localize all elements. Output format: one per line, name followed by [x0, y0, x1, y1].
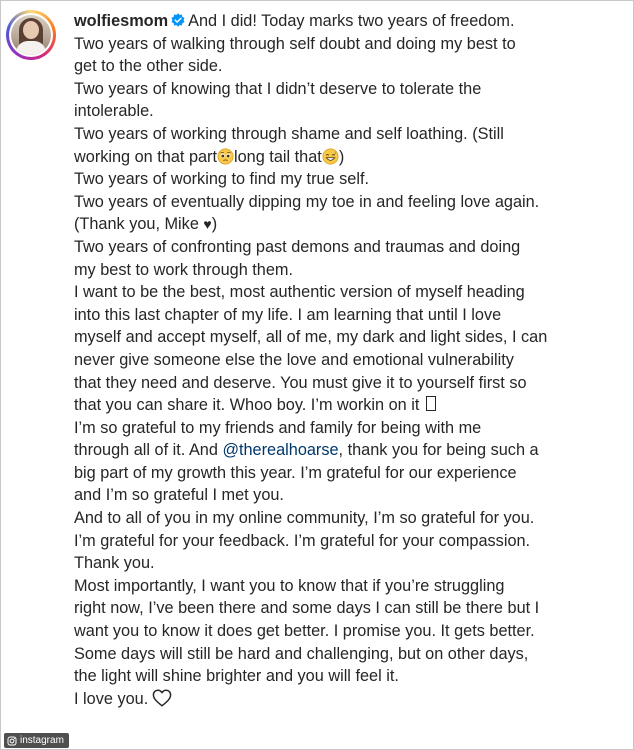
caption-line: Two years of walking through self doubt … [74, 34, 516, 53]
caption-line: working on that part long tail that) [74, 146, 622, 169]
avatar-photo [11, 15, 51, 55]
caption-line: I’m grateful for your feedback. I’m grat… [74, 531, 531, 550]
caption-line: into this last chapter of my life. I am … [74, 305, 502, 324]
instagram-watermark: instagram [4, 733, 69, 748]
caption-text: ) [338, 147, 345, 166]
caption-text: working on that part [74, 147, 217, 166]
instagram-icon [7, 736, 17, 745]
caption-line: myself and accept myself, all of me, my … [74, 328, 548, 347]
caption-line: (Thank you, Mike ♥) [74, 213, 622, 236]
caption-text: that you can share it. Whoo boy. I’m wor… [74, 396, 420, 415]
caption-line: that you can share it. Whoo boy. I’m wor… [74, 394, 622, 417]
caption-line: I’m so grateful to my friends and family… [74, 418, 482, 437]
caption-line: Two years of working to find my true sel… [74, 170, 369, 189]
caption-line: right now, I’ve been there and some days… [74, 599, 540, 618]
caption-line: I want to be the best, most authentic ve… [74, 283, 525, 302]
avatar[interactable] [6, 10, 56, 60]
caption-text: , thank you for being such a [338, 441, 539, 460]
avatar-face [23, 21, 39, 39]
caption-line: Two years of eventually dipping my toe i… [74, 192, 540, 211]
caption-line: and I’m so grateful I met you. [74, 486, 284, 505]
caption-line: my best to work through them. [74, 260, 293, 279]
caption-line: big part of my growth this year. I’m gra… [74, 463, 517, 482]
caption-line: I love you. [74, 688, 622, 711]
caption-line: wolfiesmom And I did! Today marks two yea… [74, 10, 622, 33]
caption-line: never give someone else the love and emo… [74, 350, 514, 369]
caption-line: get to the other side. [74, 57, 223, 76]
caption-text: through all of it. And [74, 441, 223, 460]
caption-line: Some days will still be hard and challen… [74, 644, 529, 663]
username-link[interactable]: wolfiesmom [74, 12, 168, 30]
avatar-shirt [16, 41, 46, 55]
white-heart-icon [152, 689, 172, 707]
caption-line: Two years of working through shame and s… [74, 124, 504, 143]
caption-text: And I did! Today marks two years of free… [188, 12, 515, 30]
caption-line: that they need and deserve. You must giv… [74, 373, 527, 392]
avatar-border [9, 13, 53, 57]
caption-text: long tail that [234, 147, 322, 166]
pleading-face-emoji [217, 148, 234, 165]
caption-text: ) [211, 215, 218, 234]
caption-text: (Thank you, Mike [74, 215, 204, 234]
grinning-sweat-emoji [322, 148, 339, 165]
verified-badge-icon [171, 13, 185, 27]
caption-line: Two years of confronting past demons and… [74, 237, 521, 256]
post-caption: wolfiesmom And I did! Today marks two yea… [74, 10, 622, 710]
caption-line: intolerable. [74, 102, 154, 121]
caption-line: the light will shine brighter and you wi… [74, 667, 399, 686]
heart-icon: ♥ [203, 216, 212, 233]
unrendered-emoji-box [425, 396, 436, 412]
watermark-label: instagram [20, 735, 64, 746]
caption-line: Most importantly, I want you to know tha… [74, 576, 505, 595]
caption-line: And to all of you in my online community… [74, 509, 535, 528]
caption-line: through all of it. And @therealhoarse, t… [74, 439, 622, 462]
caption-line: Two years of knowing that I didn’t deser… [74, 79, 482, 98]
mention-link[interactable]: @therealhoarse [222, 441, 338, 459]
caption-text: I love you. [74, 689, 149, 708]
caption-line: want you to know it does get better. I p… [74, 622, 535, 641]
caption-line: Thank you. [74, 554, 155, 573]
